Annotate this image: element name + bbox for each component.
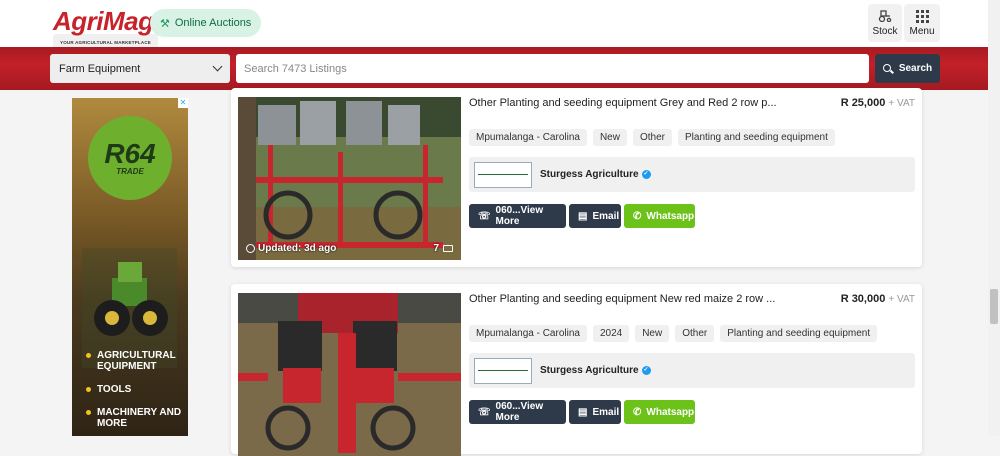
call-button[interactable]: ☏ 060...View More [469, 204, 566, 228]
search-button-label: Search [898, 63, 933, 74]
grid-menu-icon [915, 9, 929, 23]
clock-icon [246, 244, 255, 253]
contact-actions: ☏ 060...View More ▤ Email ✆ Whatsapp [469, 400, 695, 424]
logo-text: AgriMag [53, 6, 154, 36]
tag-make: Other [632, 129, 672, 146]
ad-brand-big: R64 [104, 137, 156, 169]
listing-title[interactable]: Other Planting and seeding equipment New… [469, 293, 775, 305]
category-selected-value: Farm Equipment [59, 62, 141, 75]
ad-choices-icon[interactable]: ✕ [178, 98, 188, 108]
ad-brand-small: TRADE [116, 166, 144, 176]
top-navbar: AgriMag YOUR AGRICULTURAL MARKETPLACE ⚒ … [0, 0, 988, 51]
contact-actions: ☏ 060...View More ▤ Email ✆ Whatsapp [469, 204, 695, 228]
r64-trade-logo: R64 TRADE [88, 116, 172, 200]
chevron-down-icon [212, 61, 223, 72]
tag-category: Planting and seeding equipment [677, 129, 835, 146]
page-scrollbar-track[interactable] [988, 0, 1000, 436]
side-advertisement[interactable]: ✕ R64 TRADE AGRICULTURAL EQUIPMENT TOOLS… [72, 98, 188, 436]
seller-logo [474, 161, 532, 188]
call-label: 060...View More [495, 205, 544, 227]
seller-box[interactable]: Sturgess Agriculture ✓ [469, 157, 915, 192]
email-label: Email [592, 406, 620, 418]
gavel-icon: ⚒ [160, 17, 170, 30]
search-button[interactable]: Search [875, 54, 940, 83]
ad-feature-list: AGRICULTURAL EQUIPMENT TOOLS MACHINERY A… [86, 350, 188, 436]
ad-item: MACHINERY AND MORE [86, 407, 188, 429]
listing-card[interactable]: Other Planting and seeding equipment New… [231, 284, 922, 456]
search-input[interactable] [236, 54, 869, 83]
stock-button[interactable]: Stock [868, 4, 902, 42]
camera-icon [443, 245, 453, 252]
listing-price: R 25,000 + VAT [841, 97, 915, 109]
updated-badge: Updated: 3d ago [246, 243, 336, 254]
phone-icon: ☏ [478, 210, 491, 222]
seller-box[interactable]: Sturgess Agriculture ✓ [469, 353, 915, 388]
message-icon: ▤ [578, 210, 588, 222]
email-button[interactable]: ▤ Email [569, 400, 621, 424]
seller-name[interactable]: Sturgess Agriculture ✓ [540, 365, 651, 376]
listing-photo[interactable] [238, 293, 461, 456]
seller-logo [474, 357, 532, 384]
tag-location: Mpumalanga - Carolina [469, 325, 587, 342]
tag-make: Other [675, 325, 715, 342]
category-select[interactable]: Farm Equipment [50, 54, 230, 83]
page-scrollbar-thumb[interactable] [990, 289, 998, 324]
vat-label: + VAT [888, 98, 915, 109]
verified-icon: ✓ [641, 169, 651, 179]
email-label: Email [592, 210, 620, 222]
listing-card[interactable]: Updated: 3d ago 7 Other Planting and see… [231, 88, 922, 267]
listing-photo[interactable]: Updated: 3d ago 7 [238, 97, 461, 260]
listing-tags: Mpumalanga - Carolina New Other Planting… [469, 129, 835, 146]
tractor-icon [878, 9, 892, 23]
tag-condition: New [635, 325, 670, 342]
menu-label: Menu [909, 26, 935, 37]
tag-category: Planting and seeding equipment [720, 325, 878, 342]
ad-item: AGRICULTURAL EQUIPMENT [86, 350, 188, 372]
updated-text: Updated: 3d ago [258, 243, 337, 254]
price-value: R 25,000 [840, 97, 886, 109]
vat-label: + VAT [888, 294, 915, 305]
stock-label: Stock [872, 26, 898, 37]
whatsapp-label: Whatsapp [646, 406, 695, 418]
search-bar: Farm Equipment Search [0, 47, 988, 90]
tag-condition: New [592, 129, 627, 146]
listing-tags: Mpumalanga - Carolina 2024 New Other Pla… [469, 325, 878, 342]
online-auctions-label: Online Auctions [174, 17, 252, 29]
call-button[interactable]: ☏ 060...View More [469, 400, 566, 424]
whatsapp-label: Whatsapp [646, 210, 695, 222]
listing-price: R 30,000 + VAT [841, 293, 915, 305]
phone-icon: ☏ [478, 406, 491, 418]
tag-location: Mpumalanga - Carolina [469, 129, 587, 146]
whatsapp-icon: ✆ [633, 210, 642, 222]
call-label: 060...View More [495, 401, 544, 423]
online-auctions-button[interactable]: ⚒ Online Auctions [150, 9, 262, 37]
whatsapp-button[interactable]: ✆ Whatsapp [624, 204, 695, 228]
price-value: R 30,000 [840, 293, 886, 305]
seller-name[interactable]: Sturgess Agriculture ✓ [540, 169, 651, 180]
photo-count-badge: 7 [433, 243, 453, 254]
verified-icon: ✓ [641, 365, 651, 375]
email-button[interactable]: ▤ Email [569, 204, 621, 228]
ad-item: TOOLS [86, 384, 188, 395]
whatsapp-icon: ✆ [633, 406, 642, 418]
search-icon [882, 63, 893, 74]
agrimag-logo[interactable]: AgriMag YOUR AGRICULTURAL MARKETPLACE [53, 6, 158, 51]
tag-year: 2024 [592, 325, 630, 342]
message-icon: ▤ [578, 406, 588, 418]
listing-title[interactable]: Other Planting and seeding equipment Gre… [469, 97, 777, 109]
menu-button[interactable]: Menu [904, 4, 940, 42]
whatsapp-button[interactable]: ✆ Whatsapp [624, 400, 695, 424]
photo-count: 7 [433, 243, 439, 254]
